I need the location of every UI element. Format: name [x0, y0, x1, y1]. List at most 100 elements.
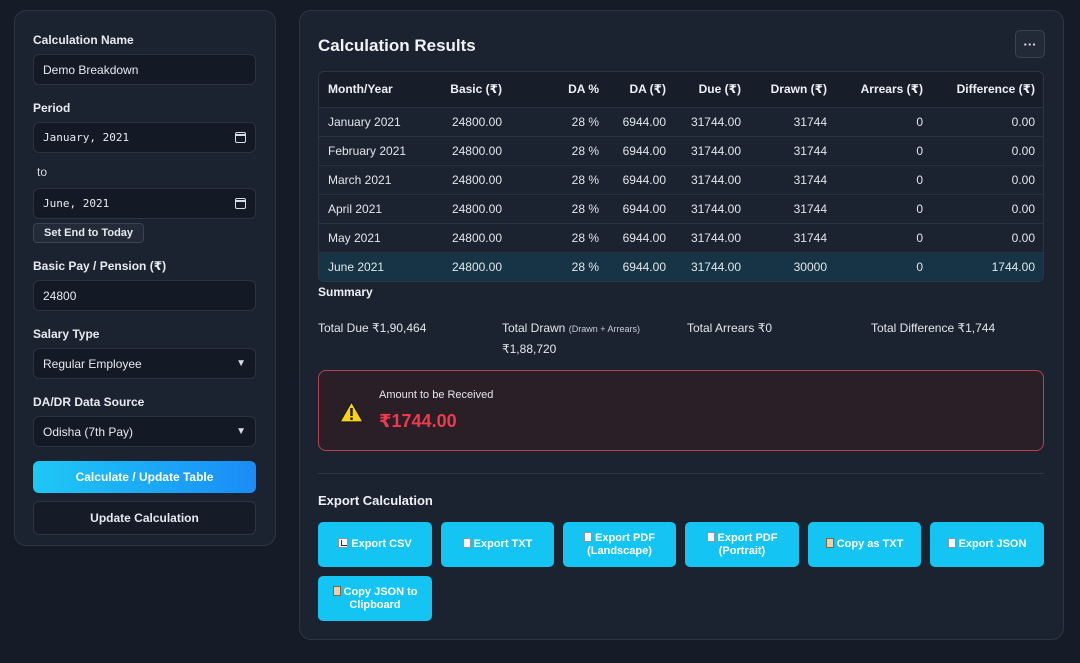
document-icon	[462, 538, 471, 548]
document-icon	[947, 538, 956, 548]
export-pdf-landscape-button[interactable]: Export PDF (Landscape)	[563, 522, 676, 567]
basic-pay-value: 24800	[43, 288, 77, 303]
cell-basic: 24800.00	[451, 114, 502, 129]
alert-amount: ₹1744.00	[379, 411, 457, 431]
clipboard-icon	[332, 585, 341, 596]
table-row: May 2021 24800.00 28 % 6944.00 31744.00 …	[319, 223, 1043, 252]
col-arrears: Arrears (₹)	[860, 82, 923, 97]
da-source-select[interactable]: Odisha (7th Pay) ▼	[33, 416, 256, 447]
cell-drawn: 31744	[793, 172, 827, 187]
cell-basic: 24800.00	[451, 259, 502, 274]
export-json-label: Export JSON	[958, 538, 1027, 550]
table-row: February 2021 24800.00 28 % 6944.00 3174…	[319, 136, 1043, 165]
results-table: Month/Year Basic (₹) DA % DA (₹) Due (₹)…	[318, 71, 1044, 282]
calc-name-label: Calculation Name	[33, 33, 134, 47]
da-source-label: DA/DR Data Source	[33, 395, 145, 409]
cell-month: April 2021	[328, 201, 383, 216]
export-csv-label: Export CSV	[351, 538, 412, 550]
cell-da: 6944.00	[622, 143, 666, 158]
cell-da-percent: 28 %	[571, 230, 599, 245]
to-label: to	[37, 165, 48, 179]
cell-drawn: 31744	[793, 230, 827, 245]
calc-name-value: Demo Breakdown	[43, 62, 139, 77]
cell-arrears: 0	[916, 143, 923, 158]
export-pdf-portrait-sub: (Portrait)	[718, 544, 766, 557]
calendar-icon[interactable]	[235, 132, 246, 143]
table-header-row: Month/Year Basic (₹) DA % DA (₹) Due (₹)…	[319, 72, 1043, 107]
cell-da: 6944.00	[622, 259, 666, 274]
cell-da-percent: 28 %	[571, 259, 599, 274]
cell-due: 31744.00	[690, 114, 741, 129]
calc-name-input[interactable]: Demo Breakdown	[33, 54, 256, 85]
divider	[318, 473, 1044, 474]
col-due: Due (₹)	[698, 82, 741, 97]
copy-as-txt-button[interactable]: Copy as TXT	[808, 522, 921, 567]
export-pdf-landscape-label: Export PDF	[595, 531, 655, 544]
export-pdf-portrait-button[interactable]: Export PDF (Portrait)	[685, 522, 799, 567]
calendar-icon[interactable]	[235, 198, 246, 209]
period-end-input[interactable]: June, 2021	[33, 188, 256, 219]
period-label: Period	[33, 101, 71, 115]
cell-da: 6944.00	[622, 201, 666, 216]
export-pdf-landscape-sub: (Landscape)	[587, 544, 652, 557]
total-drawn-note: (Drawn + Arrears)	[568, 324, 640, 334]
calculate-button[interactable]: Calculate / Update Table	[33, 461, 256, 493]
total-difference: Total Difference ₹1,744	[871, 321, 996, 335]
export-pdf-portrait-label: Export PDF	[717, 531, 778, 544]
cell-drawn: 31744	[793, 114, 827, 129]
total-drawn-value: ₹1,88,720	[502, 342, 557, 356]
set-end-today-button[interactable]: Set End to Today	[33, 223, 145, 243]
warning-icon	[339, 401, 364, 423]
col-da-amount: DA (₹)	[629, 82, 666, 97]
cell-arrears: 0	[916, 259, 923, 274]
export-csv-button[interactable]: Export CSV	[318, 522, 432, 567]
summary-title: Summary	[318, 285, 373, 299]
amount-alert: Amount to be Received ₹1744.00	[318, 370, 1044, 451]
cell-arrears: 0	[916, 201, 923, 216]
period-end-value: June, 2021	[43, 197, 110, 210]
cell-da-percent: 28 %	[571, 201, 599, 216]
cell-difference: 1744.00	[991, 259, 1035, 274]
cell-basic: 24800.00	[451, 230, 502, 245]
cell-arrears: 0	[916, 230, 923, 245]
cell-drawn: 31744	[793, 201, 827, 216]
cell-difference: 0.00	[1011, 114, 1035, 129]
more-options-button[interactable]: ···	[1015, 30, 1045, 58]
update-calculation-button[interactable]: Update Calculation	[33, 501, 256, 535]
more-icon: ···	[1023, 36, 1037, 52]
cell-month: February 2021	[328, 143, 407, 158]
salary-type-label: Salary Type	[33, 327, 100, 341]
cell-difference: 0.00	[1011, 230, 1035, 245]
cell-basic: 24800.00	[451, 143, 502, 158]
cell-difference: 0.00	[1011, 201, 1035, 216]
export-txt-button[interactable]: Export TXT	[441, 522, 554, 567]
cell-da-percent: 28 %	[571, 143, 599, 158]
copy-as-txt-label: Copy as TXT	[836, 538, 904, 550]
basic-pay-input[interactable]: 24800	[33, 280, 256, 311]
results-title: Calculation Results	[318, 36, 476, 55]
col-difference: Difference (₹)	[956, 82, 1035, 97]
period-start-input[interactable]: January, 2021	[33, 122, 256, 153]
cell-due: 31744.00	[690, 201, 741, 216]
total-drawn-label: Total Drawn	[502, 321, 566, 335]
total-due: Total Due ₹1,90,464	[318, 321, 427, 335]
cell-month: January 2021	[328, 114, 401, 129]
salary-type-value: Regular Employee	[43, 356, 142, 371]
da-source-value: Odisha (7th Pay)	[43, 424, 134, 439]
salary-type-select[interactable]: Regular Employee ▼	[33, 348, 256, 379]
export-json-button[interactable]: Export JSON	[930, 522, 1044, 567]
copy-json-button[interactable]: Copy JSON to Clipboard	[318, 576, 432, 621]
table-row-highlighted: June 2021 24800.00 28 % 6944.00 31744.00…	[319, 252, 1043, 281]
export-txt-label: Export TXT	[473, 538, 533, 550]
document-icon	[584, 531, 593, 542]
cell-due: 31744.00	[690, 172, 741, 187]
copy-json-label: Copy JSON to	[343, 585, 418, 598]
total-arrears: Total Arrears ₹0	[687, 321, 773, 335]
col-basic: Basic (₹)	[450, 82, 502, 97]
basic-pay-label: Basic Pay / Pension (₹)	[33, 259, 167, 273]
cell-due: 31744.00	[690, 230, 741, 245]
cell-arrears: 0	[916, 172, 923, 187]
clipboard-icon	[825, 538, 834, 548]
cell-drawn: 31744	[793, 143, 827, 158]
cell-difference: 0.00	[1011, 172, 1035, 187]
